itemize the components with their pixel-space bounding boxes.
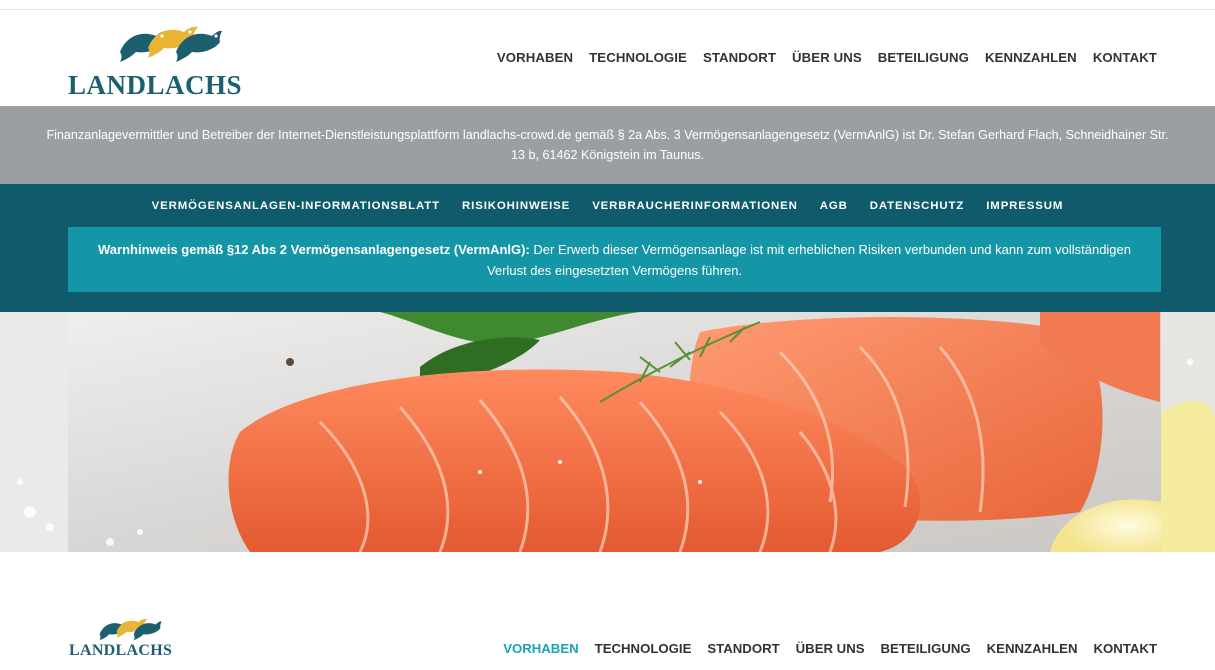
nav-kennzahlen[interactable]: KENNZAHLEN — [985, 50, 1077, 65]
sticky-nav: VORHABEN TECHNOLOGIE STANDORT ÜBER UNS B… — [503, 641, 1157, 656]
fish-logo-small-icon — [99, 618, 162, 641]
sticky-header: LANDLACHS VORHABEN TECHNOLOGIE STANDORT … — [0, 610, 1215, 670]
sticky-nav-kontakt[interactable]: KONTAKT — [1094, 641, 1157, 656]
hero-image — [0, 312, 1215, 552]
legal-nav-agb[interactable]: AGB — [820, 200, 848, 212]
nav-standort[interactable]: STANDORT — [703, 50, 776, 65]
nav-technologie[interactable]: TECHNOLOGIE — [589, 50, 687, 65]
logo-link[interactable]: LANDLACHS — [68, 22, 268, 102]
fish-logo-icon — [120, 26, 222, 62]
site-header: LANDLACHS VORHABEN TECHNOLOGIE STANDORT … — [0, 10, 1215, 106]
nav-beteiligung[interactable]: BETEILIGUNG — [878, 50, 969, 65]
sticky-nav-vorhaben[interactable]: VORHABEN — [503, 641, 578, 656]
legal-nav: VERMÖGENSANLAGEN-INFORMATIONSBLATT RISIK… — [0, 200, 1215, 212]
salmon-fillet-image — [0, 312, 1215, 552]
sticky-nav-kennzahlen[interactable]: KENNZAHLEN — [987, 641, 1078, 656]
risk-warning-body: Der Erwerb dieser Vermögensanlage ist mi… — [486, 241, 1131, 278]
legal-nav-datenschutz[interactable]: DATENSCHUTZ — [870, 200, 964, 212]
risk-warning-text: Warnhinweis gemäß §12 Abs 2 Vermögensanl… — [68, 239, 1161, 281]
sticky-logo-link[interactable]: LANDLACHS — [69, 616, 189, 670]
sticky-logo-wordmark: LANDLACHS — [69, 642, 173, 659]
legal-nav-impressum[interactable]: IMPRESSUM — [986, 200, 1063, 212]
intermediary-info-band: Finanzanlagevermittler und Betreiber der… — [0, 106, 1215, 184]
sticky-nav-technologie[interactable]: TECHNOLOGIE — [595, 641, 692, 656]
risk-warning-title: Warnhinweis gemäß §12 Abs 2 Vermögensanl… — [98, 241, 530, 257]
main-nav: VORHABEN TECHNOLOGIE STANDORT ÜBER UNS B… — [497, 50, 1157, 65]
intermediary-info-text: Finanzanlagevermittler und Betreiber der… — [46, 128, 1169, 162]
legal-nav-risikohinweise[interactable]: RISIKOHINWEISE — [462, 200, 570, 212]
sticky-nav-standort[interactable]: STANDORT — [707, 641, 779, 656]
sticky-nav-ueber-uns[interactable]: ÜBER UNS — [796, 641, 865, 656]
nav-vorhaben[interactable]: VORHABEN — [497, 50, 573, 65]
nav-ueber-uns[interactable]: ÜBER UNS — [792, 50, 862, 65]
legal-nav-vib[interactable]: VERMÖGENSANLAGEN-INFORMATIONSBLATT — [152, 200, 440, 212]
risk-warning-box: Warnhinweis gemäß §12 Abs 2 Vermögensanl… — [68, 227, 1161, 292]
legal-band: VERMÖGENSANLAGEN-INFORMATIONSBLATT RISIK… — [0, 184, 1215, 312]
logo-wordmark: LANDLACHS — [68, 70, 243, 100]
nav-kontakt[interactable]: KONTAKT — [1093, 50, 1157, 65]
legal-nav-verbraucherinformationen[interactable]: VERBRAUCHERINFORMATIONEN — [592, 200, 798, 212]
sticky-nav-beteiligung[interactable]: BETEILIGUNG — [881, 641, 971, 656]
